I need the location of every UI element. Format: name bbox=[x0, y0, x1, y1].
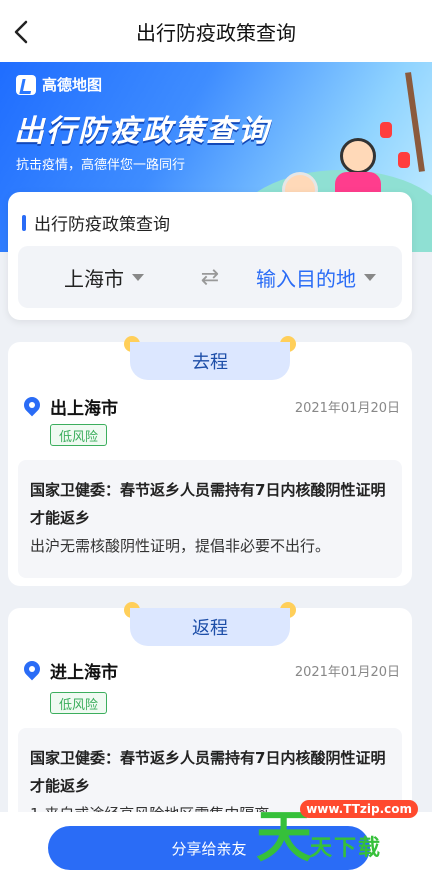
outbound-policy-box: 国家卫健委：春节返乡人员需持有7日内核酸阴性证明才能返乡 出沪无需核酸阴性证明，… bbox=[18, 460, 402, 578]
outbound-pill: 去程 bbox=[124, 336, 296, 380]
return-city: 进上海市 bbox=[50, 663, 118, 683]
outbound-city-row: 出上海市 bbox=[24, 394, 118, 419]
outbound-policy-title: 国家卫健委：春节返乡人员需持有7日内核酸阴性证明才能返乡 bbox=[30, 481, 386, 527]
logo-text: 高德地图 bbox=[42, 76, 103, 94]
banner-slogan: 抗击疫情，高德伴您一路同行 bbox=[16, 158, 186, 173]
return-pill: 返程 bbox=[124, 602, 296, 646]
chevron-left-icon[interactable] bbox=[10, 18, 34, 46]
page-title: 出行防疫政策查询 bbox=[136, 20, 296, 45]
swap-arrows-icon[interactable]: ⇄ bbox=[190, 265, 230, 290]
banner-headline: 出行防疫政策查询 bbox=[14, 114, 270, 149]
return-label: 返程 bbox=[130, 608, 290, 646]
query-card-title: 出行防疫政策查询 bbox=[22, 210, 170, 235]
origin-city-label: 上海市 bbox=[64, 266, 124, 291]
site-watermark: 天 天下载 www.TTzip.com bbox=[256, 790, 426, 870]
route-picker: 上海市 ⇄ 输入目的地 bbox=[18, 246, 402, 308]
watermark-url: www.TTzip.com bbox=[300, 800, 418, 818]
outbound-section: 去程 出上海市 2021年01月20日 低风险 国家卫健委：春节返乡人员需持有7… bbox=[8, 336, 412, 586]
title-accent-bar bbox=[22, 214, 26, 231]
caret-down-icon bbox=[364, 273, 376, 281]
watermark-text: 天下载 bbox=[310, 836, 383, 861]
top-nav-bar: 出行防疫政策查询 bbox=[0, 0, 432, 62]
lantern-icon bbox=[380, 122, 392, 138]
query-title-text: 出行防疫政策查询 bbox=[34, 215, 170, 235]
origin-city-selector[interactable]: 上海市 bbox=[18, 263, 190, 292]
return-risk-badge: 低风险 bbox=[50, 692, 108, 714]
location-pin-icon bbox=[24, 397, 40, 417]
destination-placeholder: 输入目的地 bbox=[256, 266, 356, 291]
location-pin-icon bbox=[24, 661, 40, 681]
caret-down-icon bbox=[132, 273, 144, 281]
destination-selector[interactable]: 输入目的地 bbox=[230, 263, 402, 292]
outbound-policy-text: 出沪无需核酸阴性证明，提倡非必要不出行。 bbox=[30, 537, 331, 555]
outbound-city: 出上海市 bbox=[50, 399, 118, 419]
outbound-label: 去程 bbox=[130, 342, 290, 380]
return-city-row: 进上海市 bbox=[24, 658, 118, 683]
amap-logo-icon bbox=[16, 74, 36, 95]
query-card: 出行防疫政策查询 上海市 ⇄ 输入目的地 bbox=[8, 192, 412, 320]
outbound-date: 2021年01月20日 bbox=[294, 401, 400, 416]
amap-logo: 高德地图 bbox=[16, 74, 102, 95]
return-date: 2021年01月20日 bbox=[294, 665, 400, 680]
outbound-risk-badge: 低风险 bbox=[50, 424, 108, 446]
lantern-icon bbox=[398, 152, 410, 168]
